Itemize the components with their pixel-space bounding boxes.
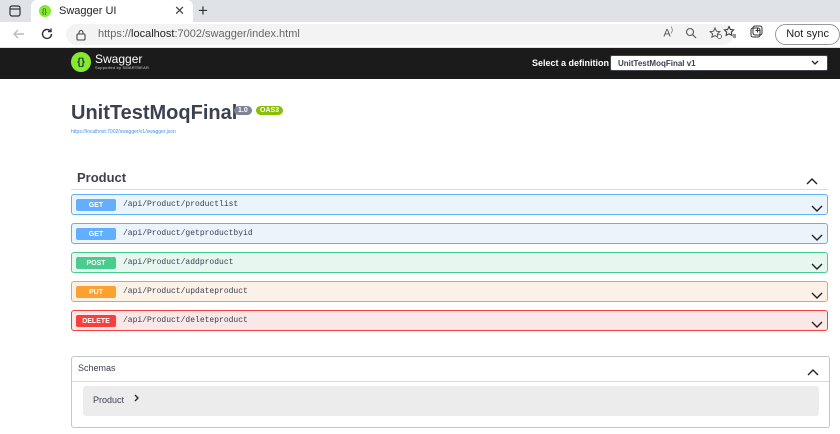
- close-tab-icon[interactable]: ✕: [174, 3, 185, 19]
- chevron-down-icon: [811, 287, 823, 305]
- swagger-logo-icon: {}: [71, 52, 91, 72]
- definition-select[interactable]: UnitTestMoqFinal v1: [610, 55, 828, 71]
- url-text: https://localhost:7002/swagger/index.htm…: [98, 28, 300, 40]
- definition-select-value: UnitTestMoqFinal v1: [618, 59, 696, 68]
- schemas-divider: [72, 381, 829, 382]
- favorite-star-icon[interactable]: [708, 26, 722, 42]
- swagger-topbar: {} Swagger Supported by SMARTBEAR Select…: [0, 48, 840, 79]
- operation-path: /api/Product/updateproduct: [123, 287, 248, 296]
- model-name: Product: [93, 395, 125, 405]
- operation-row[interactable]: POST /api/Product/addproduct: [71, 252, 828, 273]
- collections-icon[interactable]: [749, 25, 763, 44]
- svg-text:{}: {}: [42, 9, 47, 15]
- chevron-up-icon[interactable]: [806, 172, 818, 190]
- swagger-favicon-icon: {}: [39, 5, 51, 17]
- swagger-logo[interactable]: {} Swagger Supported by SMARTBEAR: [71, 52, 149, 72]
- method-badge: DELETE: [76, 315, 116, 327]
- operation-row[interactable]: GET /api/Product/productlist: [71, 194, 828, 215]
- browser-tab[interactable]: {} Swagger UI ✕: [31, 0, 193, 22]
- operation-path: /api/Product/getproductbyid: [123, 229, 253, 238]
- chevron-down-icon: [811, 59, 819, 68]
- back-arrow-icon[interactable]: [11, 26, 27, 42]
- section-title[interactable]: Product: [77, 170, 126, 185]
- api-title: UnitTestMoqFinal: [71, 102, 238, 124]
- version-badge: 1.0: [234, 106, 252, 115]
- oas-badge: OAS3: [256, 106, 284, 115]
- zoom-icon[interactable]: [685, 27, 697, 42]
- tab-title: Swagger UI: [59, 5, 117, 17]
- chevron-down-icon: [811, 200, 823, 218]
- address-bar[interactable]: https://localhost:7002/swagger/index.htm…: [66, 24, 734, 45]
- schemas-title[interactable]: Schemas: [78, 363, 116, 373]
- new-tab-icon[interactable]: +: [198, 1, 208, 21]
- favorites-icon[interactable]: [723, 25, 737, 44]
- operation-path: /api/Product/addproduct: [123, 258, 234, 267]
- spec-link[interactable]: https://localhost:7002/swagger/v1/swagge…: [71, 129, 176, 135]
- operation-path: /api/Product/productlist: [123, 200, 239, 209]
- browser-tab-bar: {} Swagger UI ✕ +: [0, 0, 840, 22]
- lock-icon[interactable]: [76, 28, 86, 46]
- chevron-down-icon: [811, 258, 823, 276]
- logo-text: Swagger: [95, 52, 143, 66]
- refresh-icon[interactable]: [39, 26, 55, 42]
- operation-row[interactable]: DELETE /api/Product/deleteproduct: [71, 310, 828, 331]
- chevron-right-icon: [134, 394, 140, 404]
- browser-toolbar: https://localhost:7002/swagger/index.htm…: [0, 22, 840, 48]
- method-badge: GET: [76, 199, 116, 211]
- schemas-panel: Schemas Product: [71, 356, 830, 428]
- read-aloud-icon[interactable]: A): [663, 27, 673, 42]
- chevron-up-icon[interactable]: [807, 363, 819, 381]
- method-badge: PUT: [76, 286, 116, 298]
- profile-button[interactable]: Not sync: [775, 24, 840, 45]
- chevron-down-icon: [811, 229, 823, 247]
- operation-path: /api/Product/deleteproduct: [123, 316, 248, 325]
- select-definition-label: Select a definition: [532, 58, 610, 68]
- method-badge: GET: [76, 228, 116, 240]
- section-divider: [71, 189, 828, 190]
- model-row[interactable]: Product: [83, 386, 819, 416]
- chevron-down-icon: [811, 316, 823, 334]
- method-badge: POST: [76, 257, 116, 269]
- window-menu-icon[interactable]: [8, 4, 22, 18]
- operation-row[interactable]: GET /api/Product/getproductbyid: [71, 223, 828, 244]
- logo-subtext: Supported by SMARTBEAR: [95, 65, 150, 70]
- operation-row[interactable]: PUT /api/Product/updateproduct: [71, 281, 828, 302]
